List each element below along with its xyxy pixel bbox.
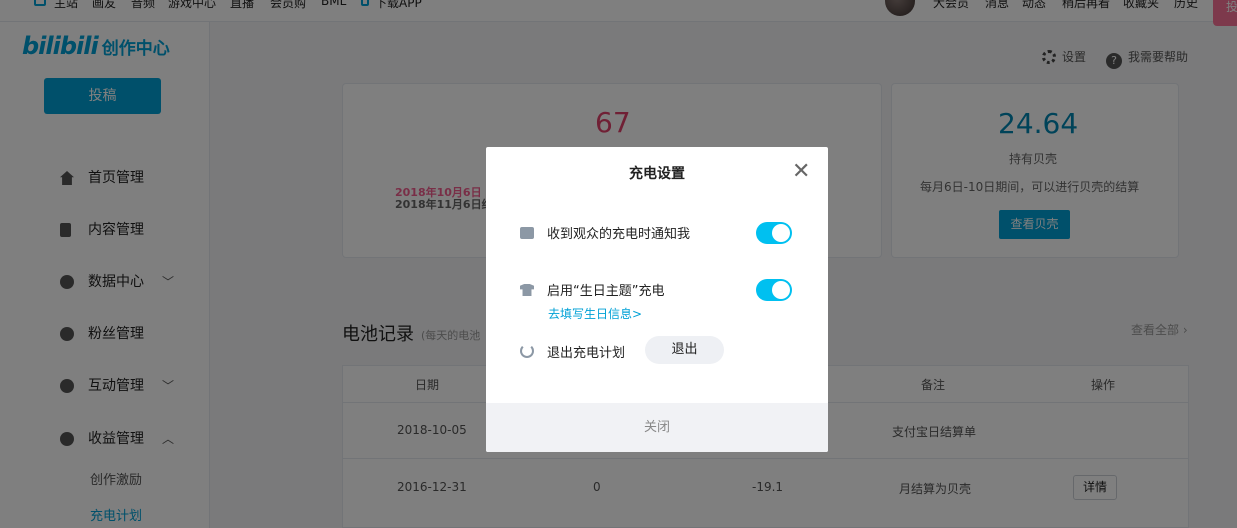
exit-button[interactable]: 退出: [645, 336, 724, 364]
close-icon[interactable]: ✕: [792, 161, 810, 183]
birthday-info-link[interactable]: 去填写生日信息>: [548, 305, 642, 322]
notify-toggle[interactable]: [756, 222, 792, 244]
birthday-theme-toggle[interactable]: [756, 279, 792, 301]
notify-option-label: 收到观众的充电时通知我: [547, 227, 691, 242]
database-icon: [520, 227, 534, 239]
toggle-knob: [772, 224, 790, 242]
birthday-theme-label: 启用“生日主题”充电: [547, 284, 665, 299]
modal-title: 充电设置: [629, 166, 685, 182]
exit-plan-label: 退出充电计划: [547, 346, 626, 361]
toggle-knob: [772, 281, 790, 299]
close-button[interactable]: 关闭: [486, 403, 828, 452]
shirt-icon: [520, 284, 534, 296]
power-icon: [520, 344, 534, 358]
charge-settings-modal: 充电设置 ✕ 收到观众的充电时通知我 启用“生日主题”充电 去填写生日信息> 退…: [486, 147, 828, 452]
